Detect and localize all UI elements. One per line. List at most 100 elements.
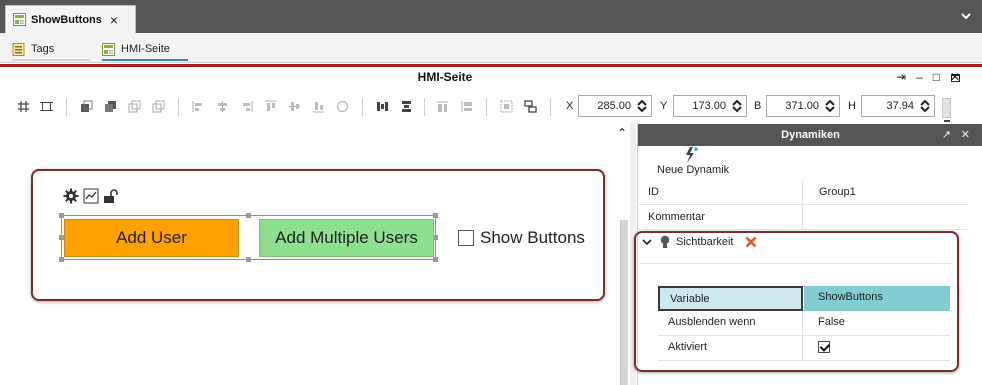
tab-hmi-seite-label: HMI-Seite — [121, 43, 170, 55]
tab-tags-label: Tags — [31, 43, 55, 55]
y-value: 173.00 — [692, 100, 726, 112]
new-dynamic-label[interactable]: Neue Dynamik — [657, 164, 729, 176]
visibility-properties-table: Variable ShowButtons Ausblenden wenn Fal… — [658, 286, 950, 361]
subtab-bar: Tags HMI-Seite — [0, 33, 982, 82]
frame-icon[interactable] — [40, 100, 53, 113]
bring-forward-icon[interactable] — [104, 100, 117, 113]
align-middle-icon[interactable] — [288, 100, 301, 113]
close-icon[interactable]: ✕ — [950, 70, 960, 84]
align-top-icon[interactable] — [264, 100, 277, 113]
width-input[interactable]: 371.00 — [766, 95, 840, 117]
document-tab-bar: ShowButtons × — [0, 0, 982, 33]
rotate-icon[interactable] — [336, 100, 349, 113]
add-user-button[interactable]: Add User — [64, 219, 239, 257]
unlock-icon[interactable] — [103, 188, 119, 204]
height-label: H — [848, 100, 856, 112]
dynamics-header-controls: ↗ ✕ — [942, 124, 970, 146]
canvas-scrollbar[interactable] — [620, 220, 628, 385]
delete-icon[interactable] — [745, 236, 757, 248]
toolbar-separator — [424, 98, 425, 116]
align-bottom-icon[interactable] — [312, 100, 325, 113]
same-height-icon[interactable] — [460, 100, 473, 113]
resize-handle[interactable] — [246, 213, 251, 218]
spinner-icon[interactable] — [636, 99, 648, 113]
hide-when-label: Ausblenden wenn — [658, 311, 803, 336]
close-tab-icon[interactable]: × — [110, 12, 118, 28]
page-title: HMI-Seite — [417, 70, 473, 84]
spinner-icon[interactable] — [919, 99, 931, 113]
column-divider — [802, 206, 803, 230]
align-left-icon[interactable] — [192, 100, 205, 113]
document-tab-label: ShowButtons — [31, 13, 102, 26]
group-icon[interactable] — [500, 100, 513, 113]
property-row-comment: Kommentar — [637, 206, 969, 230]
resize-handle[interactable] — [246, 257, 251, 262]
enabled-value[interactable] — [804, 336, 950, 361]
table-row[interactable]: Aktiviert — [658, 336, 950, 361]
pin-icon[interactable]: ⇥ — [896, 70, 906, 84]
x-label: X — [566, 100, 574, 112]
variable-value[interactable]: ShowButtons — [804, 286, 950, 311]
id-value[interactable]: Group1 — [819, 186, 856, 198]
chevron-down-icon[interactable] — [642, 237, 652, 247]
visibility-section-header[interactable]: Sichtbarkeit — [642, 235, 757, 249]
enabled-checkbox[interactable] — [818, 341, 830, 353]
visibility-section-label: Sichtbarkeit — [676, 236, 734, 248]
dynamics-header: Dynamiken — [638, 124, 982, 146]
tab-tags[interactable]: Tags — [12, 39, 90, 61]
distribute-vertical-icon[interactable] — [400, 100, 413, 113]
undock-icon[interactable]: ↗ — [942, 124, 951, 146]
resize-handle[interactable] — [59, 257, 64, 262]
group-icon-bar — [63, 188, 119, 204]
align-right-icon[interactable] — [240, 100, 253, 113]
gear-icon[interactable] — [63, 188, 79, 204]
y-label: Y — [660, 100, 668, 112]
chevron-down-icon[interactable] — [960, 10, 972, 22]
document-tab-showbuttons[interactable]: ShowButtons × — [5, 5, 136, 33]
table-row[interactable]: Variable ShowButtons — [658, 286, 950, 311]
divider — [0, 64, 982, 67]
close-panel-icon[interactable]: ✕ — [961, 124, 970, 146]
new-dynamic-icon[interactable] — [683, 146, 699, 164]
show-buttons-label: Show Buttons — [480, 228, 585, 247]
align-center-icon[interactable] — [216, 100, 229, 113]
y-input[interactable]: 173.00 — [673, 95, 747, 117]
hmi-page-icon — [13, 13, 26, 26]
send-back-icon[interactable] — [152, 100, 165, 113]
toolbar-separator — [66, 98, 67, 116]
restore-icon[interactable]: □ — [933, 70, 940, 84]
ungroup-icon[interactable] — [524, 100, 537, 113]
toolbar-separator — [550, 98, 551, 116]
toolbar-overflow-scrollbar[interactable] — [942, 98, 951, 122]
column-divider — [802, 181, 803, 205]
spinner-icon[interactable] — [824, 99, 836, 113]
resize-handle[interactable] — [433, 213, 438, 218]
spinner-icon[interactable] — [731, 99, 743, 113]
distribute-horizontal-icon[interactable] — [376, 100, 389, 113]
scroll-up-icon[interactable]: ⌃ — [617, 126, 627, 140]
minimize-icon[interactable]: – — [916, 70, 923, 84]
height-input[interactable]: 37.94 — [861, 95, 935, 117]
add-multiple-users-button[interactable]: Add Multiple Users — [259, 219, 434, 257]
id-label: ID — [648, 186, 659, 198]
chart-icon[interactable] — [83, 188, 99, 204]
x-value: 285.00 — [597, 100, 631, 112]
grid-icon[interactable] — [17, 100, 30, 113]
same-width-icon[interactable] — [436, 100, 449, 113]
resize-handle[interactable] — [433, 257, 438, 262]
height-value: 37.94 — [886, 100, 914, 112]
tab-hmi-seite[interactable]: HMI-Seite — [102, 39, 188, 61]
table-row[interactable]: Ausblenden wenn False — [658, 311, 950, 336]
send-backward-icon[interactable] — [128, 100, 141, 113]
comment-label: Kommentar — [648, 211, 705, 223]
variable-label: Variable — [658, 286, 803, 311]
x-input[interactable]: 285.00 — [578, 95, 652, 117]
lightbulb-icon — [660, 235, 670, 248]
show-buttons-checkbox[interactable]: Show Buttons — [458, 228, 585, 248]
hmi-page-icon — [102, 42, 115, 56]
resize-handle[interactable] — [59, 213, 64, 218]
bring-front-icon[interactable] — [80, 100, 93, 113]
editor-toolbar: X 285.00 Y 173.00 B 371.00 H 37.94 — [0, 92, 982, 122]
hide-when-value[interactable]: False — [804, 311, 950, 336]
checkbox-box[interactable] — [458, 230, 474, 246]
